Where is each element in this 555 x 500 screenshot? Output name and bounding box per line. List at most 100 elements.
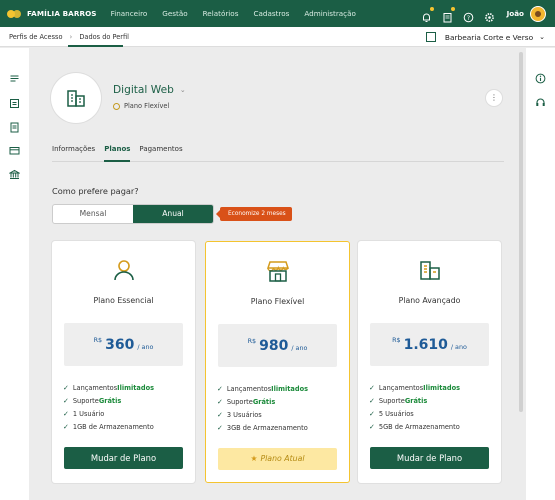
feature-list: ✓ Lançamentos Ilimitados ✓ Suporte Grátis …: [63, 381, 154, 433]
payment-question: Como prefere pagar?: [52, 186, 139, 196]
more-options-button[interactable]: ⋮: [486, 90, 502, 106]
menu-item-administracao[interactable]: Administração: [304, 9, 356, 18]
plan-card-essencial: Plano Essencial R$ 360 / ano ✓ Lançamento…: [52, 241, 195, 483]
billing-period-toggle: Mensal Anual: [52, 204, 214, 224]
sidebar-card-icon[interactable]: [9, 141, 20, 155]
breadcrumb-item-perfis[interactable]: Perfis de Acesso: [9, 33, 63, 41]
check-icon: ✓: [369, 422, 375, 431]
check-icon: ✓: [63, 422, 69, 431]
main-content: Digital Web ⌄ Plano Flexível ⋮ Informaçõ…: [30, 48, 518, 500]
feature-item: ✓ 5GB de Armazenamento: [369, 422, 460, 431]
menu-item-relatorios[interactable]: Relatórios: [203, 9, 239, 18]
chevron-down-icon: ⌄: [539, 33, 545, 41]
breadcrumb-active-indicator: [68, 27, 123, 47]
company-name: Barbearia Corte e Verso: [444, 32, 534, 42]
check-icon: ✓: [217, 410, 223, 419]
settings-icon[interactable]: [484, 8, 495, 22]
plan-card-avancado: Plano Avançado R$ 1.610 / ano ✓ Lançament…: [358, 241, 501, 483]
price-box: R$ 980 / ano: [218, 324, 337, 367]
profile-plan: Plano Flexível: [113, 102, 169, 110]
plan-title: Plano Essencial: [93, 296, 154, 305]
feature-item: ✓ Suporte Grátis: [217, 397, 276, 406]
price-box: R$ 1.610 / ano: [370, 323, 489, 366]
profile-plan-text: Plano Flexível: [124, 102, 170, 110]
feature-list: ✓ Lançamentos Ilimitados ✓ Suporte Grátis …: [217, 382, 308, 434]
star-icon: ★: [250, 454, 258, 463]
plan-card-flexivel: Plano Flexível R$ 980 / ano ✓ Lançamentos…: [205, 241, 350, 483]
user-icon: [111, 257, 137, 283]
price-currency: R$: [93, 336, 103, 344]
change-plan-button[interactable]: Mudar de Plano: [370, 447, 489, 469]
feature-item: ✓ 1 Usuário: [63, 409, 105, 418]
price-value: 1.610: [403, 336, 448, 353]
check-icon: ✓: [63, 396, 69, 405]
toggle-monthly[interactable]: Mensal: [53, 205, 133, 223]
feature-item: ✓ 1GB de Armazenamento: [63, 422, 154, 431]
sidebar-bank-icon[interactable]: [8, 165, 21, 179]
sidebar-document-icon[interactable]: [9, 118, 20, 133]
price-currency: R$: [392, 336, 401, 344]
notifications-icon[interactable]: [421, 7, 434, 22]
plan-title: Plano Flexível: [250, 297, 305, 306]
left-sidebar: [0, 48, 29, 500]
feature-item: ✓ Suporte Grátis: [63, 396, 122, 405]
feature-item: ✓ 3 Usuários: [217, 410, 262, 419]
toggle-yearly[interactable]: Anual: [133, 205, 213, 223]
feature-item: ✓ 3GB de Armazenamento: [217, 423, 308, 432]
menu-item-gestao[interactable]: Gestão: [162, 9, 187, 18]
chevron-down-icon[interactable]: ⌄: [180, 86, 186, 94]
info-icon[interactable]: [535, 69, 546, 84]
check-icon: ✓: [369, 396, 375, 405]
price-period: / ano: [450, 343, 467, 351]
top-actions: ? João: [411, 0, 546, 27]
check-icon: ✓: [63, 409, 69, 418]
savings-badge: Economize 2 meses: [216, 207, 292, 221]
sidebar-finance-icon[interactable]: [9, 69, 20, 82]
feature-list: ✓ Lançamentos Ilimitados ✓ Suporte Grátis …: [369, 381, 460, 433]
scrollbar[interactable]: [519, 52, 523, 412]
user-name[interactable]: João: [507, 9, 524, 18]
check-icon: ✓: [369, 383, 375, 392]
tasks-icon[interactable]: [442, 7, 455, 23]
tab-informacoes[interactable]: Informações: [52, 145, 95, 162]
store-icon: [265, 258, 291, 284]
help-icon[interactable]: ?: [463, 8, 474, 23]
check-circle-icon: [113, 102, 120, 110]
company-selector[interactable]: Barbearia Corte e Verso ⌄: [425, 27, 545, 47]
profile-name[interactable]: Digital Web ⌄: [113, 84, 186, 96]
building-icon: [417, 257, 443, 283]
price-value: 980: [259, 337, 289, 354]
building-icon: [67, 90, 85, 107]
profile-avatar: [51, 73, 101, 123]
user-avatar[interactable]: [530, 5, 546, 22]
feature-item: ✓ Lançamentos Ilimitados: [63, 383, 155, 392]
sidebar-transfer-icon[interactable]: [9, 94, 20, 108]
tab-pagamentos[interactable]: Pagamentos: [139, 145, 182, 162]
right-sidebar: [526, 48, 555, 500]
brand-logo-icon[interactable]: [7, 9, 21, 18]
tab-planos[interactable]: Planos: [104, 145, 131, 162]
menu-item-financeiro[interactable]: Financeiro: [111, 9, 148, 18]
menu-item-cadastros[interactable]: Cadastros: [253, 9, 289, 18]
feature-item: ✓ 5 Usuários: [369, 409, 414, 418]
check-icon: ✓: [217, 384, 223, 393]
svg-text:?: ?: [467, 15, 470, 22]
price-period: / ano: [137, 343, 154, 351]
check-icon: ✓: [63, 383, 69, 392]
price-currency: R$: [247, 337, 257, 345]
price-value: 360: [105, 336, 135, 353]
breadcrumb-bar: Perfis de Acesso › Dados do Perfil Barbe…: [0, 27, 555, 47]
feature-item: ✓ Suporte Grátis: [369, 396, 428, 405]
check-icon: ✓: [217, 423, 223, 432]
check-icon: ✓: [369, 409, 375, 418]
main-menu: Financeiro Gestão Relatórios Cadastros A…: [111, 9, 371, 18]
check-icon: ✓: [217, 397, 223, 406]
plan-title: Plano Avançado: [398, 296, 461, 305]
current-plan-label: Plano Atual: [260, 454, 305, 463]
support-headset-icon[interactable]: [535, 93, 546, 106]
price-box: R$ 360 / ano: [64, 323, 183, 366]
top-navbar: FAMÍLIA BARROS Financeiro Gestão Relatór…: [0, 0, 555, 27]
brand-name[interactable]: FAMÍLIA BARROS: [27, 9, 97, 18]
change-plan-button[interactable]: Mudar de Plano: [64, 447, 183, 469]
profile-name-text: Digital Web: [113, 84, 174, 96]
